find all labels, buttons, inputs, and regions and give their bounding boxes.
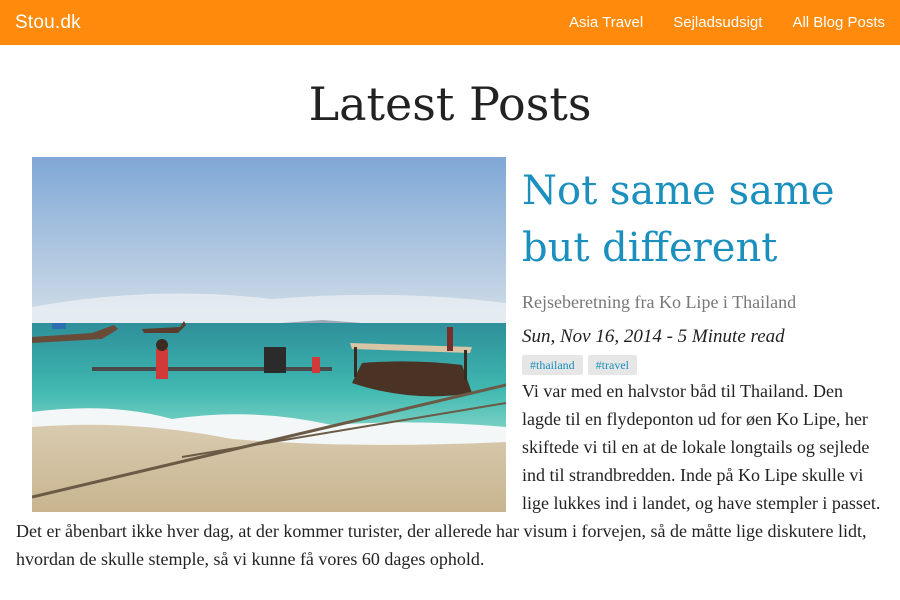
- site-brand-link[interactable]: Stou.dk: [15, 12, 81, 34]
- top-navbar: Stou.dk Asia Travel Sejladsudsigt All Bl…: [0, 0, 900, 45]
- nav-links: Asia Travel Sejladsudsigt All Blog Posts: [569, 14, 885, 31]
- post-tags: #thailand #travel: [522, 355, 884, 375]
- nav-link-all-blog-posts[interactable]: All Blog Posts: [792, 14, 885, 31]
- post-title-link[interactable]: Not same same but different: [522, 168, 835, 271]
- page-title: Latest Posts: [308, 77, 592, 131]
- post-preview: Not same same but different Rejseberetni…: [16, 157, 884, 573]
- post-thumbnail-image[interactable]: [32, 157, 506, 512]
- tag-travel[interactable]: #travel: [587, 355, 637, 375]
- tag-thailand[interactable]: #thailand: [522, 355, 583, 375]
- nav-link-sejladsudsigt[interactable]: Sejladsudsigt: [673, 14, 762, 31]
- nav-link-asia-travel[interactable]: Asia Travel: [569, 14, 643, 31]
